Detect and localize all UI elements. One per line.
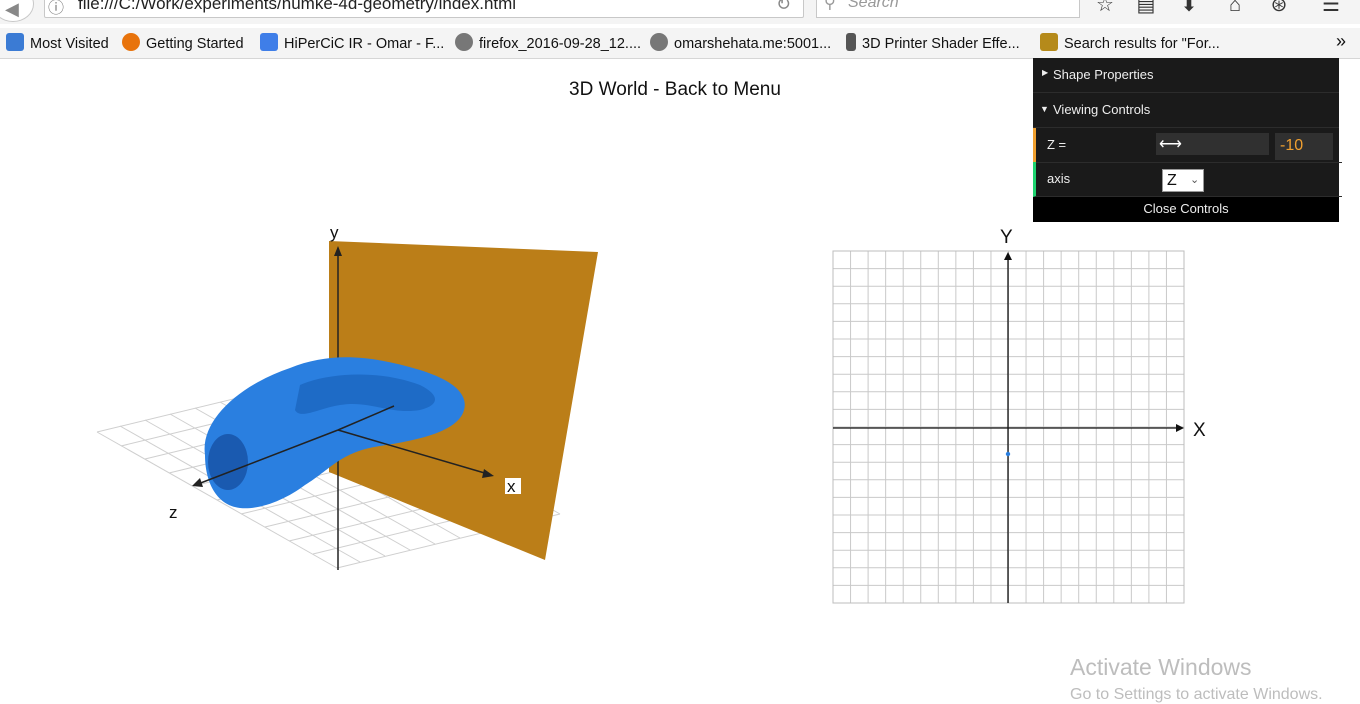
plot-axis-label-y: Y [1000,227,1013,248]
axis-selected-value: Z [1167,172,1177,189]
folder-label: Viewing Controls [1053,102,1151,117]
bookmark-label: Getting Started [146,36,244,52]
bookmark-item[interactable]: 3D Printer Shader Effe... [846,33,1020,53]
pocket-icon[interactable]: ⊛ [1268,0,1290,16]
z-control-row: Z = ⟷ -10 [1033,128,1342,163]
x-axis-arrow [1176,424,1184,432]
bookmark-folder-icon [6,33,24,51]
z-label: Z = [1047,137,1067,152]
bookmark-item[interactable]: Search results for "For... [1040,33,1220,53]
z-slider[interactable]: ⟷ [1156,133,1269,155]
axis-label: axis [1047,171,1071,186]
bookmark-label: firefox_2016-09-28_12.... [479,36,642,52]
search-icon: ⚲ [824,0,836,12]
folder-label: Shape Properties [1053,67,1154,82]
axis-label-y: y [330,223,339,242]
scene-3d[interactable]: y x z [0,200,700,620]
chevron-down-icon: ⌄ [1190,174,1200,186]
docs-icon [260,33,278,51]
bookmarks-overflow-icon[interactable]: » [1336,31,1346,52]
controls-panel: ▶ Shape Properties ▼ Viewing Controls Z … [1033,58,1342,222]
plot-axis-label-x: X [1193,420,1206,441]
bookmark-item[interactable]: Most Visited [6,33,109,53]
close-controls-button[interactable]: Close Controls [1033,197,1339,222]
z-axis-arrow [192,478,203,487]
url-text: file:///C:/Work/experiments/numke-4d-geo… [78,0,517,13]
folder-shape-properties[interactable]: ▶ Shape Properties [1033,58,1339,93]
bookmark-label: Search results for "For... [1064,36,1220,52]
bookmark-label: 3D Printer Shader Effe... [862,36,1020,52]
triangle-down-icon: ▼ [1040,104,1049,114]
bookmark-label: HiPerCiC IR - Omar - F... [284,36,445,52]
axis-select[interactable]: Z ⌄ [1162,169,1204,192]
figure-icon [846,33,856,51]
globe-icon [650,33,668,51]
axis-control-row: axis Z ⌄ [1033,162,1342,197]
bookmark-item[interactable]: omarshehata.me:5001... [650,33,831,53]
bookmark-label: omarshehata.me:5001... [674,36,832,52]
z-value: -10 [1280,137,1304,154]
reload-icon[interactable]: ↻ [776,0,791,15]
activation-watermark-subtitle: Go to Settings to activate Windows. [1070,686,1323,703]
globe-icon [455,33,473,51]
info-icon[interactable]: ⓘ [48,0,64,18]
menu-icon[interactable]: ☰ [1320,0,1342,16]
reading-list-icon[interactable]: ▤ [1135,0,1157,16]
axis-label-x: x [507,477,516,496]
activation-watermark-title: Activate Windows [1070,654,1252,680]
firefox-icon [122,33,140,51]
bookmark-label: Most Visited [30,36,109,52]
resize-horizontal-icon: ⟷ [1159,136,1182,153]
triangle-right-icon: ▶ [1042,68,1049,77]
star-icon[interactable]: ☆ [1094,0,1116,16]
folder-viewing-controls[interactable]: ▼ Viewing Controls [1033,93,1339,128]
z-number-input[interactable]: -10 [1275,133,1333,160]
bookmark-item[interactable]: Getting Started [122,33,244,53]
download-icon[interactable]: ⬇ [1178,0,1200,16]
bookmark-site-icon [1040,33,1058,51]
search-placeholder: Search [848,0,899,11]
torus-hole [208,434,248,490]
cross-section-plot[interactable]: X Y [820,220,1220,610]
bookmark-item[interactable]: HiPerCiC IR - Omar - F... [260,33,444,53]
axis-label-z: z [169,503,178,522]
back-arrow-icon: ◀ [5,0,19,19]
section-point [1005,451,1011,457]
y-axis-arrow [1004,252,1012,260]
home-icon[interactable]: ⌂ [1224,0,1246,16]
bookmark-item[interactable]: firefox_2016-09-28_12.... [455,33,641,53]
